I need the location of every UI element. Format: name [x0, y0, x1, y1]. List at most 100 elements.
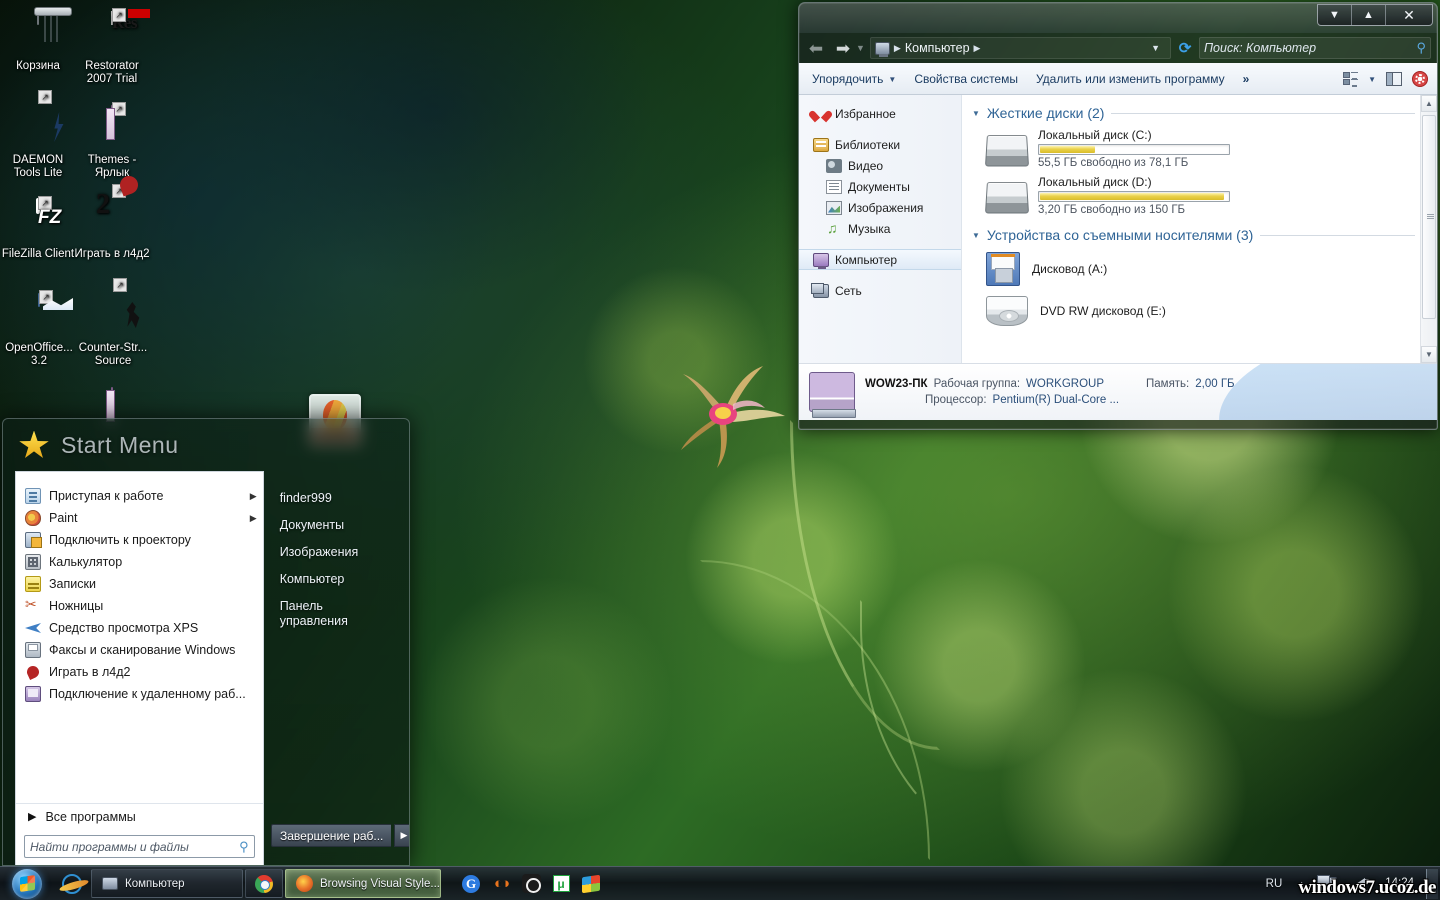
desktop-icon-filezilla[interactable]: ↗ FileZilla Client — [0, 196, 76, 261]
group-header-hard-disks[interactable]: ▼ Жесткие диски (2) — [972, 105, 1437, 121]
start-menu[interactable]: Start Menu Приступая к работе ▶ Paint ▶ … — [2, 418, 410, 866]
all-programs-label: Все программы — [45, 809, 136, 824]
menu-item-left4dead2[interactable]: Играть в л4д2 — [16, 661, 263, 683]
sidebar-item-music[interactable]: Музыка — [799, 218, 961, 239]
taskbar-button-firefox[interactable]: Browsing Visual Style... — [285, 869, 441, 898]
sidebar-item-network[interactable]: Сеть — [799, 280, 961, 301]
help-button[interactable] — [1407, 67, 1433, 91]
network-icon — [811, 282, 829, 298]
triangle-down-icon[interactable]: ▼ — [972, 109, 980, 118]
desktop-icon-openoffice[interactable]: ↗ OpenOffice... 3.2 — [0, 290, 79, 368]
menu-item-sticky-notes[interactable]: Записки — [16, 573, 263, 595]
taskbar-clock[interactable]: 14:24 — [1377, 877, 1422, 890]
device-row-dvd[interactable]: DVD RW дисковод (E:) — [972, 291, 1437, 331]
group-header-removable-devices[interactable]: ▼ Устройства со съемными носителями (3) — [972, 227, 1437, 243]
organize-button[interactable]: Упорядочить ▼ — [803, 67, 905, 91]
menu-item-paint[interactable]: Paint ▶ — [16, 507, 263, 529]
cpu-key: Процессор: — [925, 394, 987, 406]
tray-icon-steam[interactable] — [516, 869, 546, 899]
language-indicator[interactable]: RU — [1258, 878, 1291, 890]
address-dropdown-icon[interactable]: ▼ — [1145, 43, 1166, 53]
uninstall-program-button[interactable]: Удалить или изменить программу — [1027, 67, 1234, 91]
pictures-icon — [826, 200, 842, 215]
show-desktop-button[interactable] — [1426, 868, 1438, 899]
sidebar-item-libraries[interactable]: Библиотеки — [799, 134, 961, 155]
refresh-icon[interactable]: ⟳ — [1176, 39, 1194, 57]
menu-item-label: Приступая к работе — [49, 489, 164, 503]
desktop-icon-themes[interactable]: ↗ Themes - Ярлык — [74, 102, 150, 180]
taskbar-button-label: Компьютер — [125, 877, 185, 890]
desktop-icon-left4dead2[interactable]: ↗ Играть в л4д2 — [74, 184, 150, 261]
projector-icon — [25, 532, 42, 548]
back-button[interactable]: ⬅ — [805, 37, 827, 59]
tray-icon-mask[interactable]: ◐◑ — [486, 869, 516, 899]
start-search-input[interactable] — [30, 839, 235, 854]
sidebar-item-computer[interactable]: Компьютер — [799, 249, 961, 270]
device-row-floppy[interactable]: Дисковод (A:) — [972, 247, 1437, 291]
scroll-down-button[interactable]: ▼ — [1421, 346, 1437, 363]
window-titlebar[interactable]: ▼ ▲ ✕ — [799, 3, 1437, 33]
history-dropdown-icon[interactable]: ▼ — [856, 43, 865, 53]
help-lifebuoy-icon — [1412, 71, 1428, 87]
change-view-button[interactable] — [1338, 67, 1363, 91]
taskbar-button-computer[interactable]: Компьютер — [91, 869, 243, 898]
close-button[interactable]: ✕ — [1386, 5, 1432, 25]
menu-item-snipping-tool[interactable]: Ножницы — [16, 595, 263, 617]
tray-icon-windows-flag[interactable] — [576, 869, 606, 899]
menu-item-remote-desktop[interactable]: Подключение к удаленному раб... — [16, 683, 263, 705]
taskbar-button-chrome[interactable] — [245, 869, 283, 898]
change-view-dropdown[interactable]: ▼ — [1363, 67, 1381, 91]
tray-network-button[interactable] — [1313, 869, 1343, 899]
tray-volume-button[interactable] — [1345, 869, 1375, 899]
sidebar-item-documents[interactable]: Документы — [799, 176, 961, 197]
system-properties-button[interactable]: Свойства системы — [905, 67, 1027, 91]
tray-icon-google[interactable]: G — [456, 869, 486, 899]
preview-pane-button[interactable] — [1381, 67, 1407, 91]
start-right-item-pictures[interactable]: Изображения — [278, 539, 409, 566]
sidebar-item-videos[interactable]: Видео — [799, 155, 961, 176]
desktop-icon-restorator[interactable]: ↗ Restorator 2007 Trial — [74, 8, 150, 86]
shutdown-options-arrow[interactable]: ▶ — [394, 824, 409, 847]
scrollbar-thumb[interactable] — [1422, 115, 1436, 319]
all-programs-button[interactable]: ▶ Все программы — [16, 803, 263, 829]
minimize-button[interactable]: ▼ — [1318, 5, 1352, 25]
hard-disk-icon — [984, 181, 1030, 214]
desktop-icon-label: Counter-Str... Source — [78, 342, 148, 367]
start-right-item-control-panel[interactable]: Панель управления — [278, 593, 409, 635]
scroll-up-button[interactable]: ▲ — [1421, 95, 1437, 112]
start-right-item-documents[interactable]: Документы — [278, 512, 409, 539]
breadcrumb-separator[interactable]: ▶ — [974, 43, 981, 54]
menu-item-connect-projector[interactable]: Подключить к проектору — [16, 529, 263, 551]
tray-icon-utorrent[interactable]: μ — [546, 869, 576, 899]
start-menu-search-box[interactable]: ⚲ — [24, 835, 255, 858]
search-input[interactable] — [1204, 41, 1413, 55]
tray-expand-icon[interactable]: ▲ — [1292, 879, 1311, 889]
forward-button[interactable]: ➡ — [832, 37, 854, 59]
menu-item-getting-started[interactable]: Приступая к работе ▶ — [16, 485, 263, 507]
address-bar[interactable]: ▶ Компьютер ▶ ▼ — [869, 37, 1171, 59]
content-vertical-scrollbar[interactable]: ▲ ▼ — [1420, 95, 1437, 363]
desktop-icon-daemon-tools[interactable]: ↗ DAEMON Tools Lite — [0, 90, 76, 180]
desktop-icon-recycle-bin[interactable]: Корзина — [0, 11, 76, 73]
start-right-item-computer[interactable]: Компьютер — [278, 566, 409, 593]
menu-item-fax-scan[interactable]: Факсы и сканирование Windows — [16, 639, 263, 661]
start-right-item-user[interactable]: finder999 — [278, 485, 409, 512]
maximize-button[interactable]: ▲ — [1352, 5, 1386, 25]
search-box[interactable]: ⚲ — [1199, 37, 1431, 59]
sidebar-item-pictures[interactable]: Изображения — [799, 197, 961, 218]
menu-item-xps-viewer[interactable]: Средство просмотра XPS — [16, 617, 263, 639]
toolbar-overflow-button[interactable]: » — [1234, 67, 1259, 91]
explorer-window[interactable]: ▼ ▲ ✕ ⬅ ➡ ▼ ▶ Компьютер ▶ ▼ ⟳ ⚲ Упорядоч… — [798, 2, 1438, 430]
quicklaunch-internet-explorer[interactable] — [54, 869, 90, 899]
sidebar-item-favorites[interactable]: Избранное — [799, 103, 961, 124]
shutdown-button[interactable]: Завершение раб... — [271, 824, 391, 847]
drive-row-c[interactable]: Локальный диск (C:) 55,5 ГБ свободно из … — [972, 125, 1437, 172]
getting-started-icon — [25, 488, 41, 504]
triangle-down-icon[interactable]: ▼ — [972, 231, 980, 240]
desktop-icon-counter-strike[interactable]: ↗ Counter-Str... Source — [72, 278, 154, 368]
breadcrumb-computer[interactable]: Компьютер — [905, 41, 970, 55]
menu-item-calculator[interactable]: Калькулятор — [16, 551, 263, 573]
drive-row-d[interactable]: Локальный диск (D:) 3,20 ГБ свободно из … — [972, 172, 1437, 219]
start-button[interactable] — [0, 868, 54, 900]
desktop-icon-label: Themes - Ярлык — [87, 154, 137, 179]
